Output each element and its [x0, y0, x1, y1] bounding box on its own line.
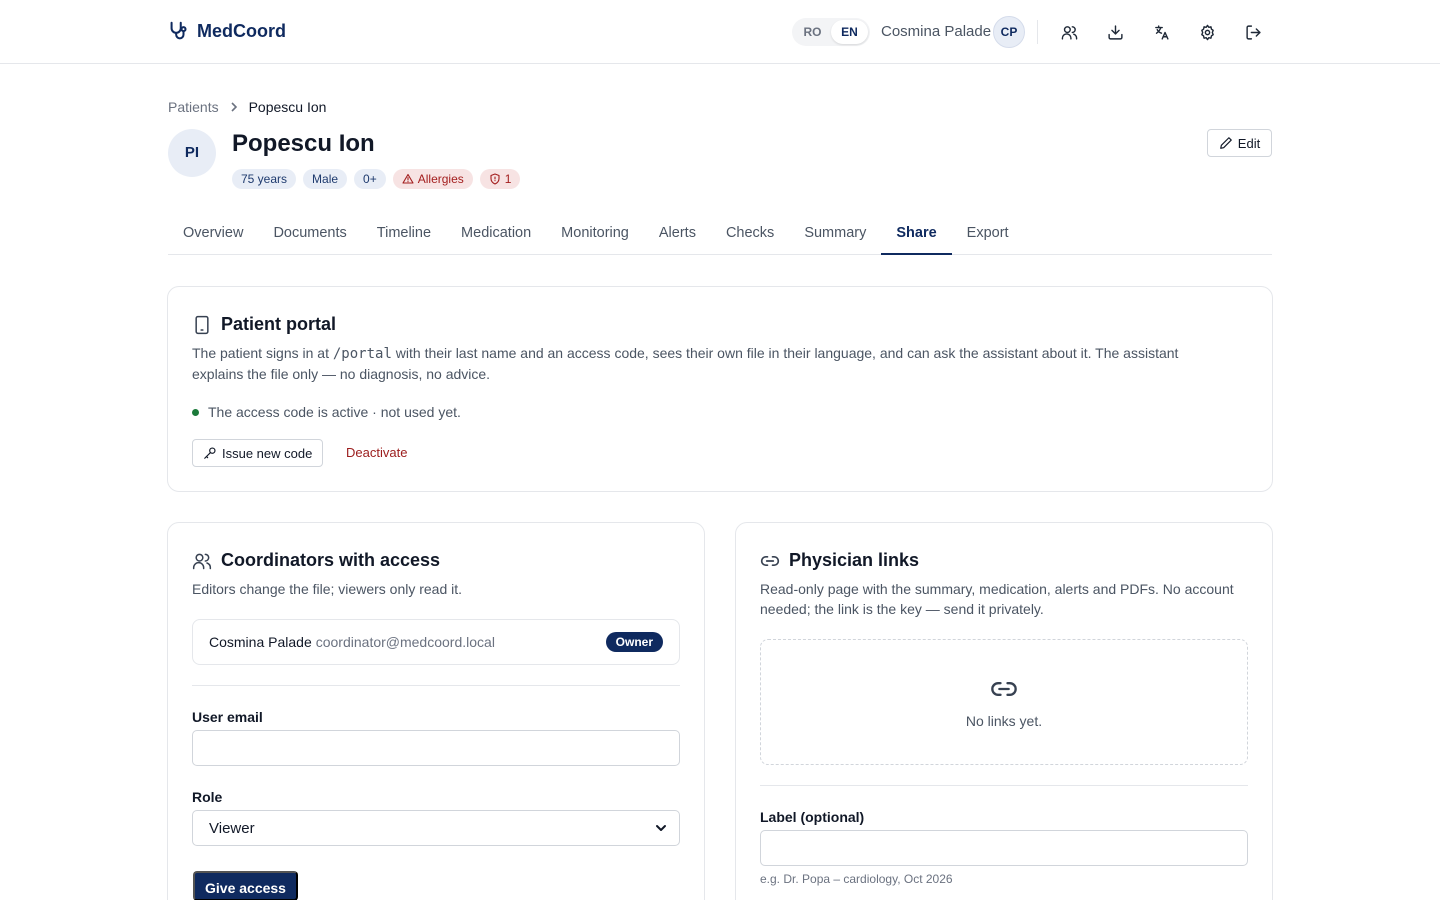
status-dot [192, 408, 199, 416]
gear-icon [1200, 24, 1214, 40]
physician-links-heading: Physician links [760, 550, 919, 571]
chevron-right-icon [231, 102, 237, 112]
logout-button[interactable] [1241, 20, 1265, 44]
warning-icon [402, 173, 414, 184]
stethoscope-icon [170, 21, 187, 40]
patient-name: Popescu Ion [232, 130, 375, 157]
tab-export[interactable]: Export [952, 213, 1024, 255]
physician-links-title: Physician links [789, 550, 920, 570]
member-row: Cosmina Palade coordinator@medcoord.loca… [192, 619, 680, 665]
link-icon [991, 682, 1017, 696]
deactivate-button[interactable]: Deactivate [346, 445, 407, 460]
allergies-label: Allergies [417, 172, 464, 186]
member-name: Cosmina Palade [209, 634, 312, 650]
patient-tabs: Overview Documents Timeline Medication M… [168, 213, 1272, 255]
patient-portal-description: The patient signs in at /portal with the… [192, 343, 1232, 384]
patient-avatar: PI [168, 129, 216, 177]
owner-badge: Owner [605, 632, 663, 652]
breadcrumb: Patients Popescu Ion [168, 99, 326, 115]
link-label-label: Label (optional) [760, 809, 865, 825]
shield-icon [490, 173, 500, 185]
patient-portal-title: Patient portal [221, 314, 337, 334]
tab-share[interactable]: Share [881, 213, 952, 255]
breadcrumb-current: Popescu Ion [248, 99, 327, 115]
pencil-icon [1219, 137, 1232, 149]
alerts-count-badge: 1 [479, 169, 521, 189]
app-name: MedCoord [197, 20, 286, 41]
translate-button[interactable] [1149, 20, 1173, 44]
allergies-badge: Allergies [392, 169, 473, 189]
links-empty-state: No links yet. [760, 639, 1248, 765]
patient-portal-heading: Patient portal [192, 314, 336, 335]
access-code-status: The access code is active · not used yet… [192, 404, 461, 420]
lang-en-button[interactable]: EN [831, 20, 868, 44]
divider [1037, 20, 1038, 44]
settings-button[interactable] [1195, 20, 1219, 44]
link-label-hint: e.g. Dr. Popa – cardiology, Oct 2026 [760, 872, 953, 886]
role-selected-value: Viewer [209, 819, 255, 837]
tab-alerts[interactable]: Alerts [644, 213, 711, 255]
divider [192, 685, 680, 686]
issue-new-code-button[interactable]: Issue new code [192, 439, 324, 467]
blood-type-badge: 0+ [354, 169, 386, 189]
links-empty-text: No links yet. [965, 713, 1043, 729]
access-code-status-text: The access code is active · not used yet… [208, 404, 461, 420]
coordinators-heading: Coordinators with access [192, 550, 440, 571]
role-select[interactable]: Viewer [192, 810, 680, 846]
age-badge: 75 years [232, 169, 297, 189]
translate-icon [1154, 24, 1169, 40]
tab-monitoring[interactable]: Monitoring [546, 213, 644, 255]
give-access-button[interactable]: Give access [193, 871, 298, 900]
alerts-count: 1 [504, 172, 512, 186]
issue-new-code-label: Issue new code [222, 445, 313, 461]
download-button[interactable] [1103, 20, 1127, 44]
users-icon [1061, 25, 1077, 40]
member-email: coordinator@medcoord.local [315, 634, 495, 650]
tablet-icon [195, 315, 209, 334]
divider [760, 785, 1248, 786]
link-icon [760, 555, 780, 566]
tab-timeline[interactable]: Timeline [362, 213, 446, 255]
users-icon [192, 553, 212, 569]
download-icon [1107, 24, 1123, 40]
breadcrumb-patients-link[interactable]: Patients [168, 99, 219, 115]
tab-medication[interactable]: Medication [446, 213, 546, 255]
key-icon [204, 447, 216, 459]
tab-checks[interactable]: Checks [711, 213, 789, 255]
logout-icon [1245, 24, 1261, 40]
role-label: Role [192, 789, 223, 805]
portal-path: /portal [332, 346, 392, 362]
tab-overview[interactable]: Overview [168, 213, 258, 255]
edit-patient-button[interactable]: Edit [1207, 129, 1272, 157]
chevron-down-icon [656, 825, 666, 831]
link-label-input[interactable] [760, 830, 1248, 866]
coordinators-title: Coordinators with access [221, 550, 441, 570]
edit-label: Edit [1237, 135, 1261, 151]
app-logo[interactable]: MedCoord [167, 20, 286, 42]
language-switch: RO EN [792, 18, 870, 46]
users-button[interactable] [1057, 20, 1081, 44]
physician-links-description: Read-only page with the summary, medicat… [760, 581, 1234, 617]
user-email-input[interactable] [192, 730, 680, 766]
portal-desc-before: The patient signs in at [192, 345, 333, 361]
coordinators-description: Editors change the file; viewers only re… [192, 581, 463, 597]
current-user-name: Cosmina Palade [881, 23, 992, 40]
tab-summary[interactable]: Summary [789, 213, 881, 255]
top-bar: MedCoord RO EN Cosmina Palade CP [0, 0, 1440, 64]
sex-badge: Male [303, 169, 348, 189]
patient-tags: 75 years Male 0+ Allergies 1 [232, 169, 521, 189]
tab-documents[interactable]: Documents [258, 213, 361, 255]
lang-ro-button[interactable]: RO [794, 20, 831, 44]
user-avatar[interactable]: CP [993, 16, 1025, 48]
user-email-label: User email [192, 709, 263, 725]
